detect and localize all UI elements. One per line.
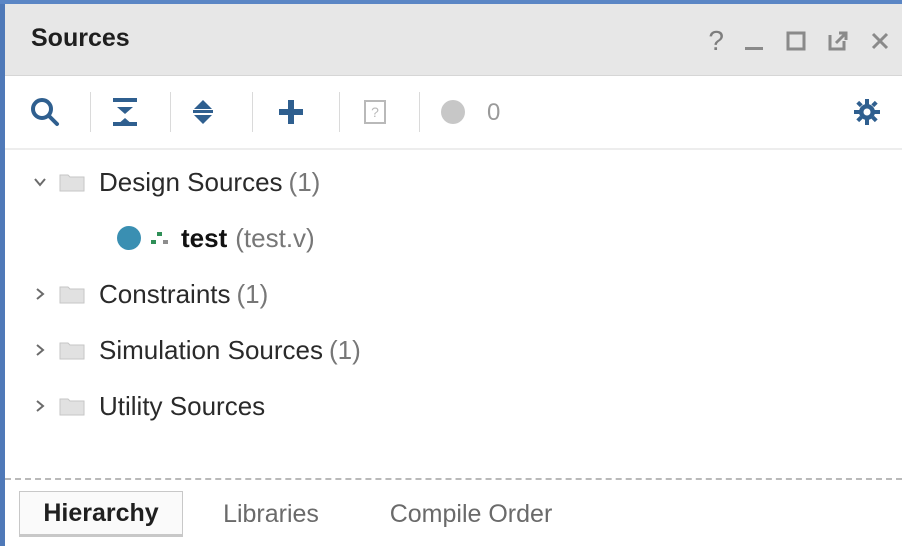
chevron-right-icon[interactable] [31,286,49,302]
tree-item-label: Utility Sources [99,390,266,421]
toolbar-separator [419,92,420,132]
chevron-down-icon[interactable] [31,174,49,190]
tree-item-label: Design Sources [99,166,283,197]
tabs-divider [5,478,902,480]
folder-icon [59,396,85,416]
unknown-action-button[interactable]: ? [355,90,395,134]
tree-item-design-sources[interactable]: Design Sources (1) [31,160,320,204]
file-status-icon [117,226,141,250]
maximize-icon[interactable] [784,24,808,58]
toolbar-separator [339,92,340,132]
file-path: (test.v) [235,222,315,253]
minimize-icon[interactable] [742,24,766,58]
toolbar-separator [252,92,253,132]
folder-icon [59,172,85,192]
gear-icon [854,99,880,125]
sources-toolbar: ? 0 [5,76,902,150]
tree-item-count: (1) [236,278,269,309]
tree-item-count: (1) [288,166,321,197]
panel-titlebar: Sources ? [5,4,902,76]
status-dot-icon [441,100,465,124]
svg-text:?: ? [371,104,379,120]
bottom-tabs: Hierarchy Libraries Compile Order [5,482,902,546]
status-indicator [435,90,471,134]
collapse-all-icon [113,98,137,126]
plus-icon [279,100,303,124]
chevron-right-icon[interactable] [31,398,49,414]
tree-item-test-file[interactable]: test (test.v) [117,216,315,260]
toolbar-separator [170,92,171,132]
tree-item-label: Simulation Sources [99,334,323,365]
toolbar-separator [90,92,91,132]
help-button[interactable]: ? [708,24,724,58]
add-sources-button[interactable] [271,90,311,134]
sources-panel: Sources ? ? 0 Design Sources (1) test (t… [0,0,902,546]
window-controls: ? [708,24,892,58]
expand-all-icon [193,100,213,124]
tree-item-count: (1) [329,334,361,365]
search-icon [31,98,59,126]
collapse-all-button[interactable] [105,90,145,134]
tree-item-constraints[interactable]: Constraints (1) [31,272,268,316]
folder-icon [59,284,85,304]
chevron-right-icon[interactable] [31,342,49,358]
status-count: 0 [487,99,501,126]
sources-tree: Design Sources (1) test (test.v) Constra… [5,152,902,478]
tree-item-simulation-sources[interactable]: Simulation Sources (1) [31,328,361,372]
expand-all-button[interactable] [183,90,223,134]
panel-title: Sources [31,24,130,52]
float-icon[interactable] [826,24,850,58]
settings-button[interactable] [847,90,887,134]
tab-libraries[interactable]: Libraries [201,491,341,537]
folder-icon [59,340,85,360]
search-button[interactable] [25,90,65,134]
tab-compile-order[interactable]: Compile Order [369,491,573,537]
tree-item-utility-sources[interactable]: Utility Sources [31,384,265,428]
tab-hierarchy[interactable]: Hierarchy [19,491,183,537]
hierarchy-icon [149,228,171,248]
file-name: test [181,222,228,253]
close-icon[interactable] [868,24,892,58]
question-box-icon: ? [364,100,386,124]
tree-item-label: Constraints [99,278,231,309]
